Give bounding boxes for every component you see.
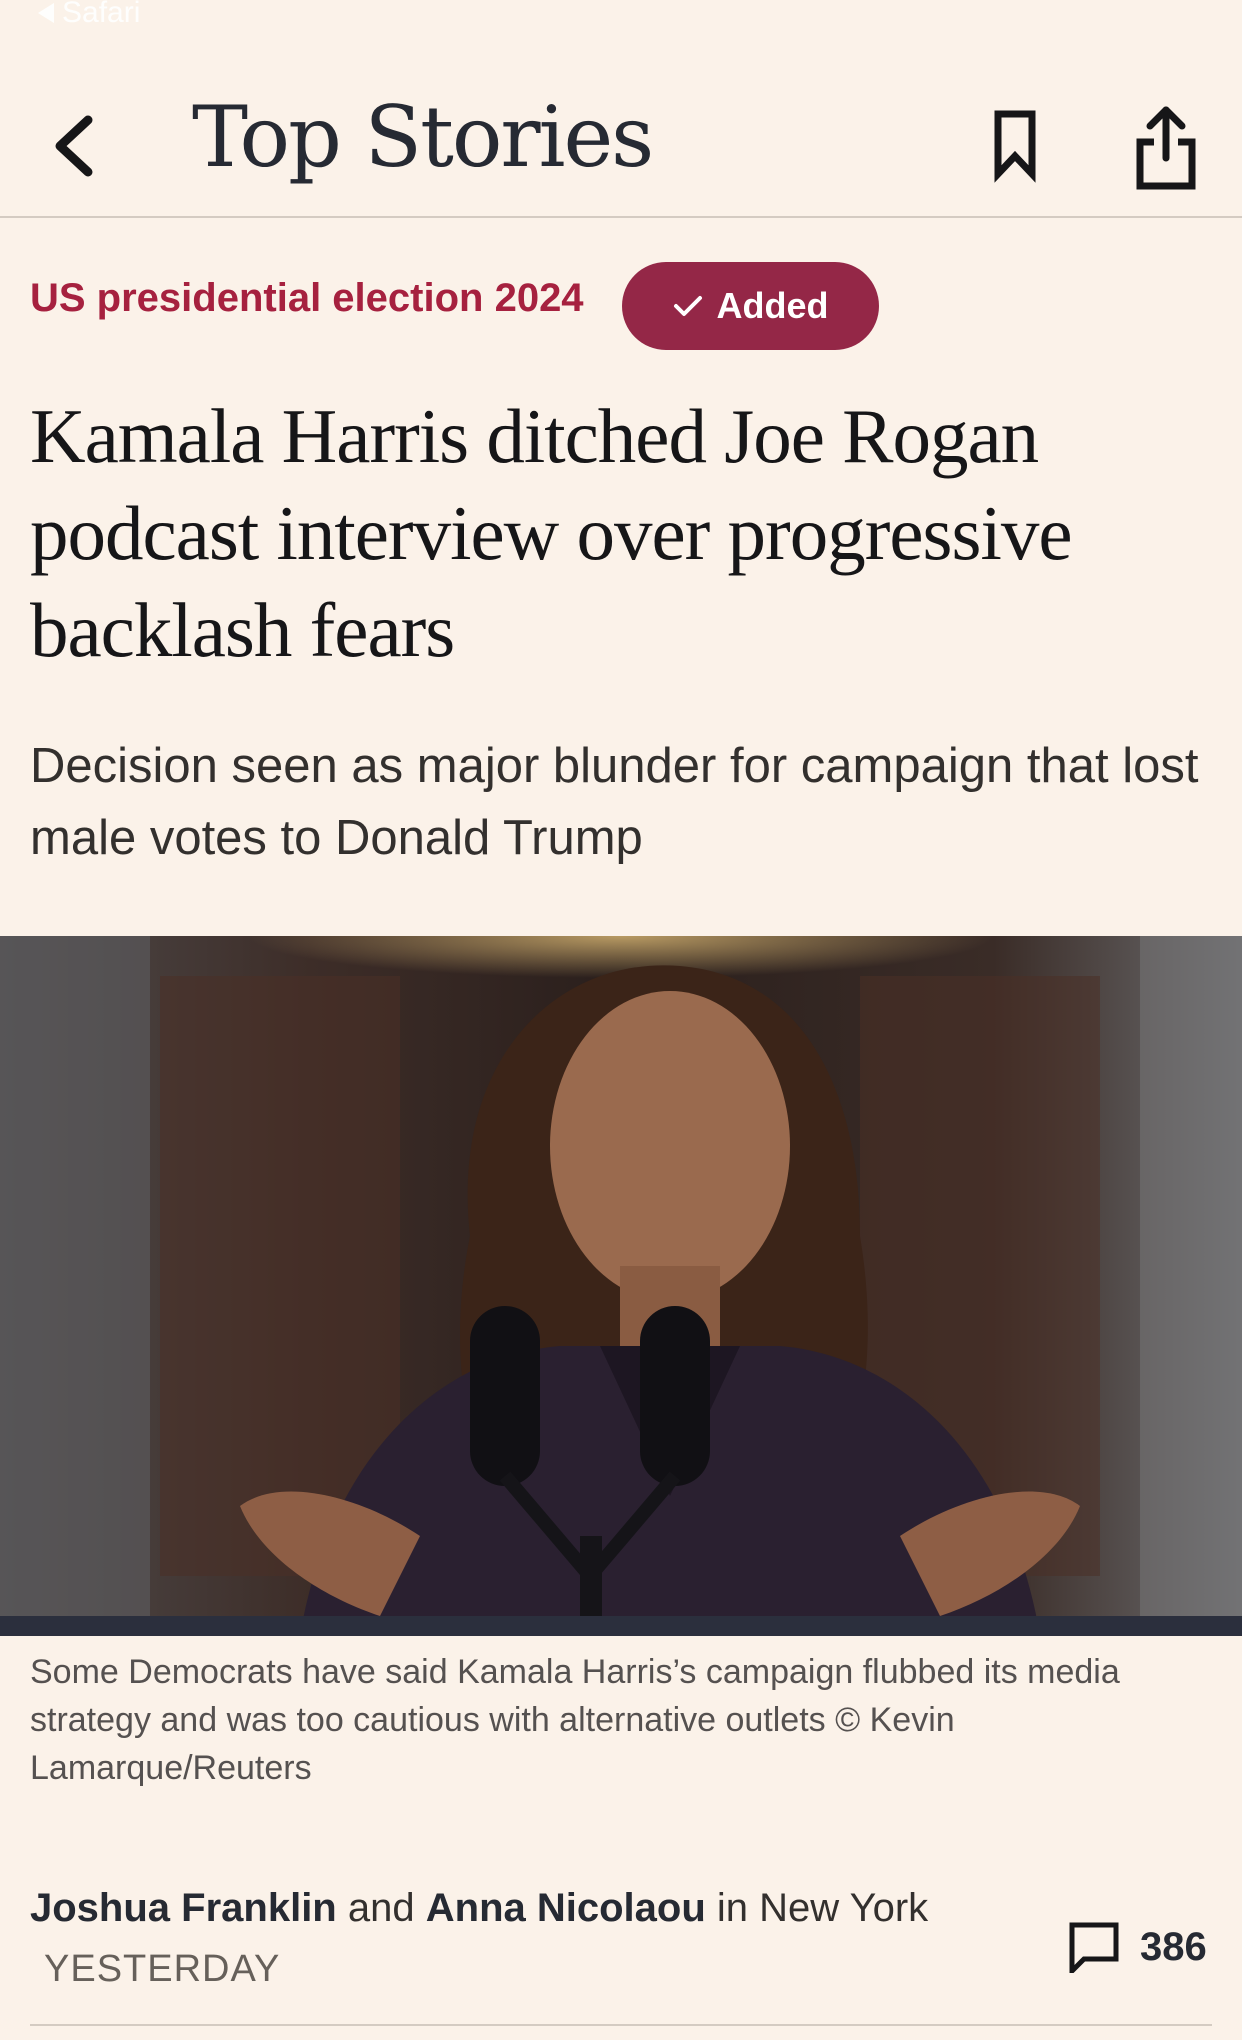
publish-date: YESTERDAY: [44, 1948, 281, 1990]
back-arrow-icon: [38, 3, 54, 23]
comment-count: 386: [1140, 1924, 1207, 1969]
topic-follow-button[interactable]: Added: [622, 262, 879, 350]
share-icon: [1136, 106, 1196, 190]
article-main-image: [0, 936, 1242, 1636]
share-button[interactable]: [1132, 100, 1200, 196]
save-article-button[interactable]: [990, 106, 1040, 186]
back-chevron-icon: [55, 115, 93, 177]
byline-location: in New York: [716, 1886, 929, 1930]
status-bar[interactable]: Safari: [38, 0, 141, 29]
author-link[interactable]: Joshua Franklin: [30, 1886, 337, 1930]
article-standfirst: Decision seen as major blunder for campa…: [30, 739, 1199, 865]
speaker-at-podium-photo: [0, 936, 1242, 1636]
page-title: Top Stories: [192, 88, 654, 186]
bookmark-icon: [994, 110, 1036, 183]
article-byline: Joshua Franklin and Anna Nicolaou in New…: [30, 1886, 1010, 1931]
article-headline: Kamala Harris ditched Joe Rogan podcast …: [30, 393, 1073, 673]
comments-button[interactable]: 386: [1068, 1912, 1207, 1982]
checkmark-icon: [673, 296, 702, 316]
divider: [30, 2024, 1212, 2026]
topic-tag-link[interactable]: US presidential election 2024: [30, 276, 584, 321]
image-caption: Some Democrats have said Kamala Harris’s…: [30, 1653, 1120, 1787]
comment-icon: [1069, 1922, 1119, 1973]
byline-joiner: and: [347, 1886, 415, 1930]
follow-button-label: Added: [716, 285, 829, 326]
back-button[interactable]: [48, 106, 104, 186]
navigation-bar: Top Stories: [0, 60, 1242, 218]
back-to-app-label: Safari: [62, 0, 141, 29]
author-link[interactable]: Anna Nicolaou: [426, 1886, 706, 1930]
